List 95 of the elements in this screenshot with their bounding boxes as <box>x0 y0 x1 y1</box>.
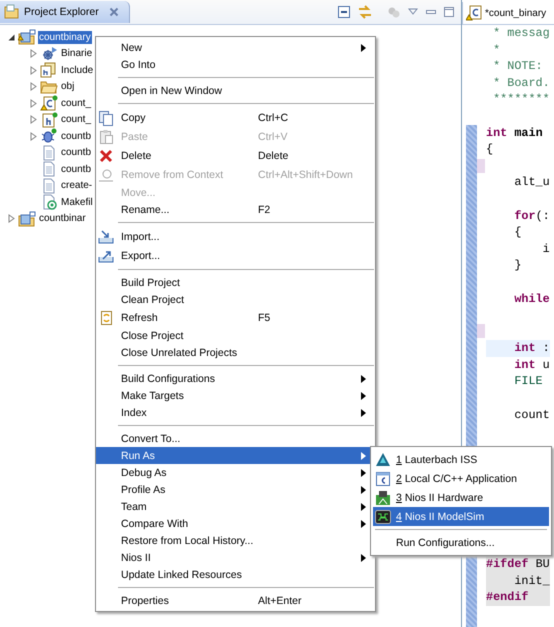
menu-item[interactable]: Export... <box>96 246 375 265</box>
tree-item[interactable]: countb <box>60 146 92 160</box>
tree-item[interactable]: Include <box>60 64 94 77</box>
circuit-board-icon <box>375 490 391 506</box>
copy-icon <box>98 110 114 126</box>
clipboard-icon <box>98 128 114 144</box>
menu-item[interactable]: Make Targets <box>96 387 375 404</box>
menu-item[interactable]: Refresh F5 <box>96 308 375 327</box>
code-line: ******** <box>492 91 550 108</box>
editor-tab-title: *count_binary <box>485 8 546 18</box>
code-line: * messag <box>492 25 550 42</box>
menu-item[interactable]: New <box>96 39 375 56</box>
collapsed-arrow-icon[interactable] <box>7 214 16 224</box>
menu-item[interactable]: Open in New Window <box>96 82 375 99</box>
menu-item[interactable]: Run Configurations... <box>373 533 549 552</box>
project-folder-icon <box>18 210 36 227</box>
menu-item[interactable]: Rename... F2 <box>96 201 375 218</box>
code-line: { <box>513 224 522 241</box>
code-line: for(: <box>513 208 550 224</box>
c-window-icon <box>375 470 391 486</box>
delete-icon <box>98 148 114 164</box>
refresh-icon <box>98 310 114 326</box>
menu-item[interactable]: Build Configurations <box>96 370 375 387</box>
tree-item[interactable]: count_ <box>60 96 92 110</box>
menu-item[interactable]: Copy Ctrl+C <box>96 108 375 127</box>
close-icon[interactable] <box>108 7 119 17</box>
menu-item[interactable]: Close Project <box>96 327 375 344</box>
menu-item[interactable]: Team <box>96 498 375 515</box>
collapsed-arrow-icon[interactable] <box>29 66 38 75</box>
menu-item[interactable]: Debug As <box>96 464 375 481</box>
c-file-icon <box>40 95 58 112</box>
menu-item[interactable]: Close Unrelated Projects <box>96 344 375 361</box>
menu-item[interactable]: Go Into <box>96 56 375 73</box>
menu-item[interactable]: 4 Nios II ModelSim <box>373 507 549 526</box>
menu-item[interactable]: Update Linked Resources <box>96 566 375 583</box>
folder-icon <box>4 4 20 20</box>
code-line: int u <box>513 356 550 374</box>
tree-item[interactable]: countbinar <box>38 212 87 226</box>
include-folder-icon <box>40 62 58 78</box>
collapsed-arrow-icon[interactable] <box>29 132 38 141</box>
code-line: * Board. <box>492 74 550 92</box>
tree-item[interactable]: create- <box>60 179 94 192</box>
code-line: FILE <box>513 373 544 390</box>
menu-item[interactable]: 1 Lauterbach ISS <box>373 450 549 469</box>
menu-item[interactable]: Index <box>96 404 375 421</box>
menu-item[interactable]: Delete Delete <box>96 146 375 165</box>
view-title: Project Explorer <box>24 6 99 18</box>
occurrence-marker <box>477 159 485 173</box>
collapsed-arrow-icon[interactable] <box>29 82 38 92</box>
gear-bug-icon <box>40 46 58 62</box>
tree-item[interactable]: countbinary <box>38 30 92 44</box>
code-line: int main <box>486 124 544 142</box>
tree-item[interactable]: countb <box>60 130 92 143</box>
menu-item[interactable]: Compare With <box>96 515 375 532</box>
collapsed-arrow-icon[interactable] <box>29 49 38 58</box>
h-file-icon <box>40 112 58 128</box>
waveform-icon <box>375 508 391 524</box>
project-folder-icon <box>18 29 36 46</box>
menu-item[interactable]: 3 Nios II Hardware <box>373 488 549 507</box>
bug-icon <box>40 128 58 144</box>
code-line: i <box>542 240 550 258</box>
menu-item[interactable]: Profile As <box>96 481 375 498</box>
menu-item[interactable]: Nios II <box>96 549 375 566</box>
code-line: { <box>486 141 494 158</box>
remove-icon <box>98 166 114 182</box>
menu-item[interactable]: Build Project <box>96 274 375 291</box>
pyramid-icon <box>375 452 391 468</box>
folder-icon <box>40 78 58 95</box>
code-line: * NOTE: <box>492 58 544 75</box>
code-line: * <box>492 42 502 58</box>
occurrence-marker <box>477 324 485 338</box>
view-tab[interactable]: Project Explorer <box>0 1 130 23</box>
code-line: } <box>513 257 522 274</box>
tree-item[interactable]: countb <box>60 162 92 176</box>
expanded-arrow-icon[interactable] <box>7 32 16 42</box>
menu-item[interactable]: Import... <box>96 227 375 246</box>
code-line: count <box>513 406 550 424</box>
menu-item[interactable]: Clean Project <box>96 291 375 308</box>
menu-item[interactable]: 2 Local C/C++ Application <box>373 469 549 488</box>
tree-item[interactable]: Binarie <box>60 47 94 60</box>
import-icon <box>98 228 114 244</box>
editor-tab[interactable]: *count_binary <box>462 2 546 24</box>
menu-item[interactable]: Convert To... <box>96 430 375 447</box>
collapsed-arrow-icon[interactable] <box>29 115 38 124</box>
maximize-icon[interactable] <box>443 6 455 18</box>
code-line: while <box>513 290 550 308</box>
link-arrows-icon[interactable] <box>357 4 373 20</box>
tree-item[interactable]: obj <box>60 80 76 94</box>
c-file-icon <box>466 5 482 21</box>
code-line: alt_u <box>513 174 550 191</box>
tree-item[interactable]: count_ <box>60 113 92 126</box>
menu-item[interactable]: Properties Alt+Enter <box>96 592 375 609</box>
collapsed-arrow-icon[interactable] <box>29 98 38 108</box>
collapse-all-icon[interactable] <box>337 5 351 19</box>
tree-item[interactable]: Makefil <box>60 196 94 209</box>
